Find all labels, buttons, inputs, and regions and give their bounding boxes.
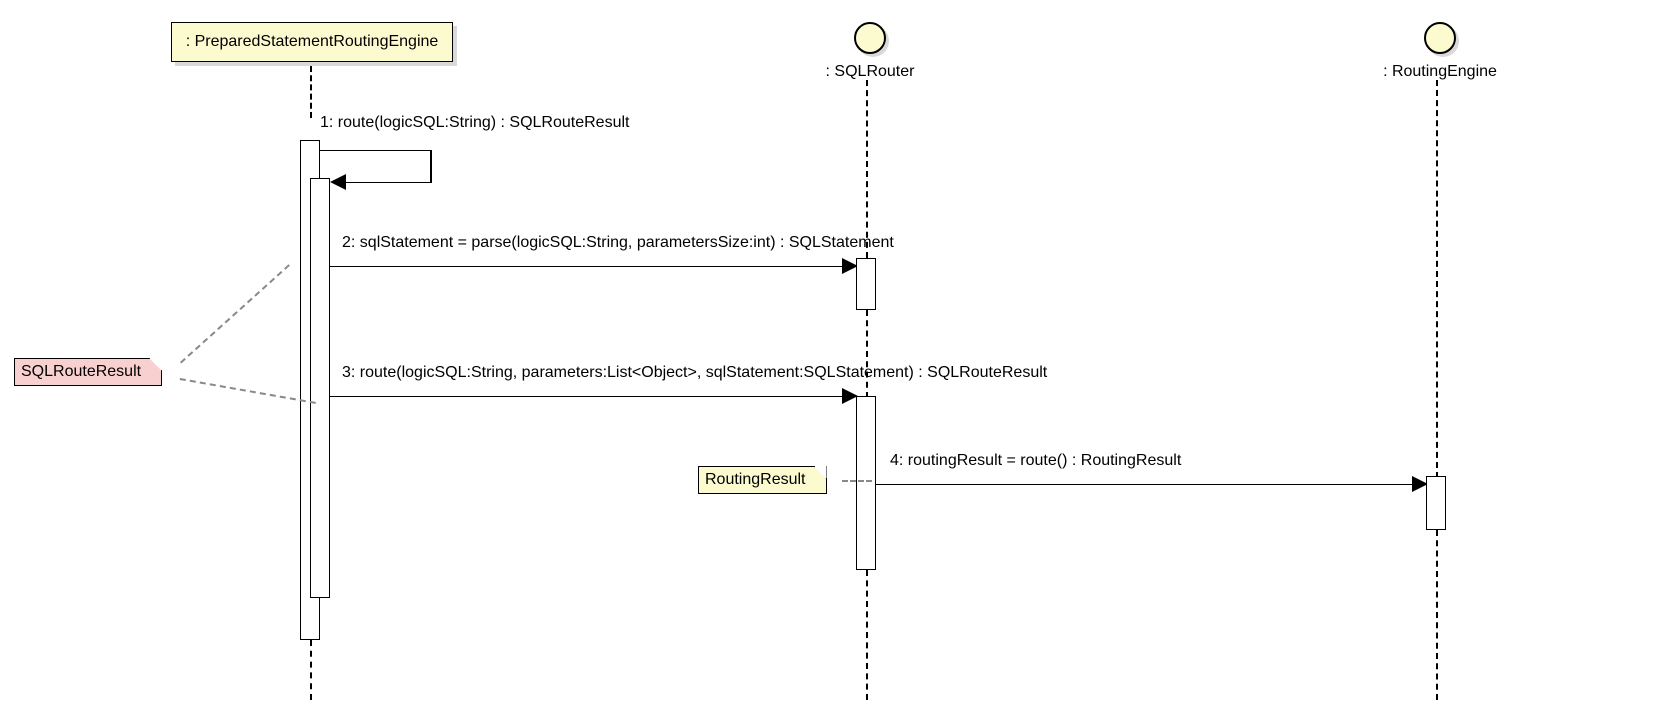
- message-label: 4: routingResult = route() : RoutingResu…: [890, 452, 1181, 470]
- lifeline-label: : SQLRouter: [800, 63, 940, 81]
- lifeline-head-circle: [854, 22, 886, 54]
- activation-bar-nested: [310, 178, 330, 598]
- activation-bar: [1426, 476, 1446, 530]
- lifeline-label: : RoutingEngine: [1360, 63, 1520, 81]
- lifeline-prepared-statement-routing-engine: : PreparedStatementRoutingEngine: [112, 22, 512, 62]
- arrow-head-icon: [330, 174, 346, 190]
- lifeline-dashed: [1436, 80, 1438, 478]
- lifeline-dashed: [866, 80, 868, 258]
- message-label: 1: route(logicSQL:String) : SQLRouteResu…: [320, 114, 629, 132]
- lifeline-sql-router: : SQLRouter: [800, 22, 940, 81]
- lifeline-routing-engine: : RoutingEngine: [1360, 22, 1520, 81]
- message-line: [330, 266, 848, 267]
- note-dogear-icon: [149, 358, 162, 371]
- note-routing-result: RoutingResult: [698, 466, 827, 494]
- lifeline-dashed: [1436, 530, 1438, 700]
- message-line: [330, 396, 848, 397]
- lifeline-dashed: [866, 570, 868, 700]
- message-line: [876, 484, 1412, 485]
- self-call-line-right: [430, 150, 432, 182]
- sequence-diagram: : PreparedStatementRoutingEngine : SQLRo…: [0, 0, 1668, 718]
- note-text: SQLRouteResult: [21, 363, 141, 380]
- note-connector: [842, 480, 872, 482]
- note-connector: [180, 264, 290, 363]
- self-call-line-bottom: [346, 182, 432, 183]
- activation-bar: [856, 396, 876, 570]
- note-text: RoutingResult: [705, 471, 806, 488]
- lifeline-dashed: [310, 640, 312, 700]
- note-connector: [180, 378, 316, 404]
- message-label: 2: sqlStatement = parse(logicSQL:String,…: [342, 234, 894, 252]
- lifeline-dashed: [310, 66, 312, 118]
- lifeline-head-circle: [1424, 22, 1456, 54]
- note-dogear-icon: [814, 466, 827, 479]
- message-label: 3: route(logicSQL:String, parameters:Lis…: [342, 364, 1047, 382]
- lifeline-label: : PreparedStatementRoutingEngine: [186, 33, 439, 50]
- activation-bar: [856, 258, 876, 310]
- lifeline-head-box: : PreparedStatementRoutingEngine: [171, 22, 454, 62]
- note-sql-route-result: SQLRouteResult: [14, 358, 162, 386]
- lifeline-dashed: [866, 310, 868, 398]
- self-call-line-top: [320, 150, 430, 151]
